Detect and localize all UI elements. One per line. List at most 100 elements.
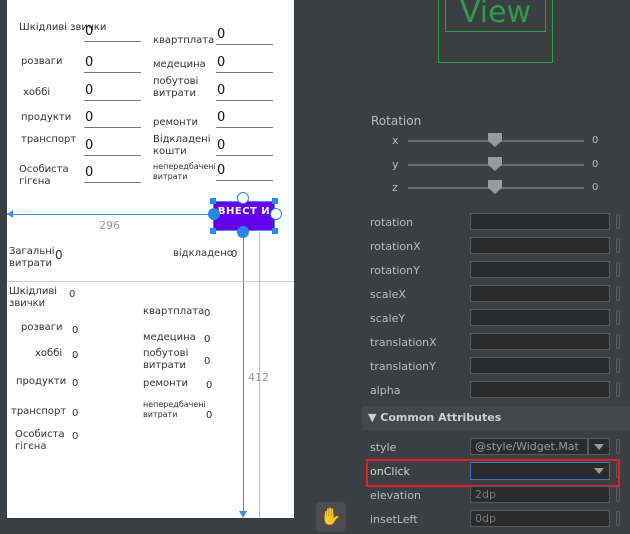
slider-z-label: z [392,181,398,194]
input-hygiene[interactable]: 0 [85,165,93,180]
summary-value: 0 [206,380,213,391]
constraint-distance-left: 296 [99,219,120,232]
summary-value: 0 [72,408,79,419]
attr-label-inset-left: insetLeft [370,513,418,526]
resize-handle-top-right[interactable] [272,198,278,204]
collapse-triangle-icon: ▼ [368,411,381,424]
constraint-line-left [7,214,213,215]
label-transport: транспорт [21,134,77,145]
attr-label-rotationX: rotationX [370,240,421,253]
attr-label-scaleY: scaleY [370,312,406,325]
summary-label: Особиста гігєна [15,429,65,452]
summary-value: 0 [69,289,76,300]
constraint-anchor-left[interactable] [208,208,220,220]
design-canvas[interactable]: Шкідливі звички 0 розваги 0 хоббі 0 прод… [0,0,362,534]
slider-x-label: x [392,134,399,147]
attr-input-alpha[interactable] [470,381,610,398]
label-groceries: продукти [21,112,72,123]
summary-label: медецина [143,332,196,343]
summary-value: 0 [206,410,213,421]
summary-label: побутові витрати [143,348,189,371]
attr-label-elevation: elevation [370,489,421,502]
input-hobby[interactable]: 0 [85,83,93,98]
summary-label: розваги [21,322,63,333]
summary-label: Шкідливі звички [9,286,57,309]
view-preview-widget: View [445,0,546,32]
attr-label-translationX: translationX [370,336,437,349]
input-repairs[interactable]: 0 [217,110,225,125]
resize-handle-bottom-right[interactable] [272,228,278,234]
slider-y-value: 0 [592,159,599,170]
constraint-line-down [243,232,244,516]
attr-input-scaleY[interactable] [470,309,610,326]
summary-label: транспорт [11,406,67,417]
attr-input-inset-left[interactable]: 0dp [470,510,610,527]
input-unexpected[interactable]: 0 [217,163,225,178]
input-groceries[interactable]: 0 [85,110,93,125]
attr-input-rotation[interactable] [470,213,610,230]
arrow-down-icon [239,511,247,518]
attr-input-scaleX[interactable] [470,285,610,302]
attr-label-alpha: alpha [370,384,401,397]
value-total-saved: 0 [231,249,238,260]
label-repairs: ремонти [153,117,199,128]
attr-label-translationY: translationY [370,360,436,373]
constraint-anchor-bottom[interactable] [237,226,249,238]
summary-value: 0 [204,308,211,319]
attr-input-translationX[interactable] [470,333,610,350]
attr-label-rotation: rotation [370,216,414,229]
summary-value: 0 [204,356,211,367]
label-unexpected: непередбачені витрати [153,162,216,181]
label-household: побутові витрати [153,76,199,99]
label-total-spent: Загальні витрати [9,246,55,269]
summary-label: квартплата [143,306,205,317]
input-bad-habits[interactable]: 0 [85,24,93,39]
attr-input-rotationY[interactable] [470,261,610,278]
divider [7,281,294,282]
attr-input-style[interactable]: @style/Widget.Mat [470,438,588,455]
value-total-spent: 0 [55,248,63,262]
summary-label: ремонти [143,378,189,389]
attr-input-translationY[interactable] [470,357,610,374]
input-household[interactable]: 0 [217,83,225,98]
onclick-highlight-box [366,459,620,487]
input-entertainment[interactable]: 0 [85,55,93,70]
summary-label: хоббі [35,348,63,359]
input-savings[interactable]: 0 [217,138,225,153]
summary-value: 0 [204,334,211,345]
summary-value: 0 [72,325,79,336]
attr-input-rotationX[interactable] [470,237,610,254]
constraint-anchor-top[interactable] [237,192,249,204]
attr-label-style: style [370,441,397,454]
resize-handle-bottom-left[interactable] [210,228,216,234]
pan-hand-icon[interactable]: ✋ [316,502,346,532]
slider-y-label: y [392,158,399,171]
attr-label-rotationY: rotationY [370,264,420,277]
constraint-anchor-right[interactable] [270,208,282,220]
resize-handle-top-left[interactable] [210,198,216,204]
label-entertainment: розваги [21,56,63,67]
phone-screen-preview[interactable]: Шкідливі звички 0 розваги 0 хоббі 0 прод… [7,0,294,518]
common-attributes-title: Common Attributes [380,411,502,424]
attr-label-scaleX: scaleX [370,288,406,301]
summary-label: непередбачені витрати [143,400,206,419]
attr-input-elevation[interactable]: 2dp [470,486,610,503]
label-medicine: медецина [153,59,206,70]
label-total-saved: відкладено [173,248,233,259]
input-transport[interactable]: 0 [85,138,93,153]
slider-x-value: 0 [592,135,599,146]
label-rent: квартплата [153,35,215,46]
rotation-title: Rotation [371,114,422,128]
label-savings: Відкладені кошти [153,134,211,157]
input-rent[interactable]: 0 [217,27,225,42]
common-attributes-header[interactable]: ▼ Common Attributes [362,406,630,430]
summary-label: продукти [16,376,67,387]
chevron-down-icon [594,444,604,450]
label-hobby: хоббі [23,87,51,98]
slider-z-value: 0 [592,182,599,193]
summary-value: 0 [72,350,79,361]
arrow-left-icon [7,210,13,218]
label-hygiene: Особиста гігєна [19,164,69,187]
input-medicine[interactable]: 0 [217,55,225,70]
summary-value: 0 [72,378,79,389]
